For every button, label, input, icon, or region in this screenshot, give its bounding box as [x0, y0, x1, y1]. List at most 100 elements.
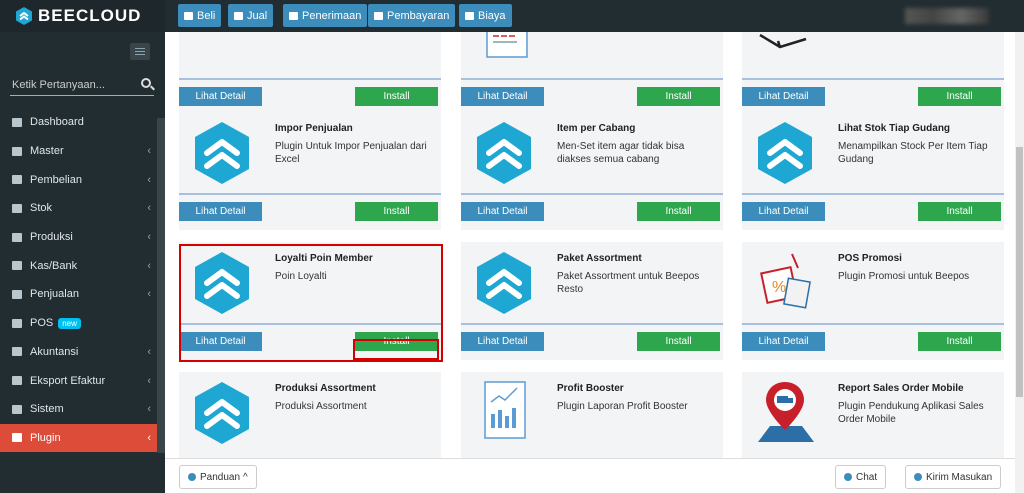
money-icon [289, 11, 298, 20]
sidebar: Ketik Pertanyaan... Dashboard Master ‹ Pe… [0, 32, 165, 493]
plugin-card-item-per-cabang: Item per Cabang Men-Set item agar tidak … [461, 112, 723, 230]
detail-button[interactable]: Lihat Detail [742, 87, 825, 106]
money-icon [374, 11, 383, 20]
sidebar-item-eksport-efaktur[interactable]: Eksport Efaktur ‹ [0, 366, 165, 395]
plugin-description: Plugin Promosi untuk Beepos [838, 271, 970, 282]
install-button[interactable]: Install [637, 87, 720, 106]
sidebar-item-label: Eksport Efaktur [30, 374, 106, 387]
user-menu[interactable] [905, 8, 989, 24]
detail-button[interactable]: Lihat Detail [742, 202, 825, 221]
plugin-title: Item per Cabang [557, 123, 636, 134]
guide-label: Panduan [200, 471, 241, 483]
sidebar-item-label: Pembelian [30, 173, 82, 186]
sidebar-item-dashboard[interactable]: Dashboard [0, 108, 165, 137]
install-button[interactable]: Install [918, 202, 1001, 221]
report-chart-icon [484, 381, 526, 439]
chat-button[interactable]: Chat [835, 465, 887, 489]
sidebar-item-produksi[interactable]: Produksi ‹ [0, 223, 165, 252]
detail-button[interactable]: Lihat Detail [461, 332, 544, 351]
plugin-title: Impor Penjualan [275, 123, 353, 134]
plugin-description: Paket Assortment untuk Beepos Resto [557, 271, 700, 295]
brand-name: BEECLOUD [38, 6, 142, 25]
detail-button[interactable]: Lihat Detail [742, 332, 825, 351]
topnav-penerimaan-button[interactable]: Penerimaan [283, 4, 368, 27]
plugin-title: Lihat Stok Tiap Gudang [838, 123, 951, 134]
plugin-title: Profit Booster [557, 383, 624, 394]
search-input[interactable]: Ketik Pertanyaan... [10, 74, 154, 96]
topnav-label: Pembayaran [387, 9, 450, 22]
sidebar-item-label: Dashboard [30, 116, 84, 129]
beecloud-hex-icon [195, 122, 249, 184]
highlight-box-install-button [353, 339, 439, 360]
detail-button[interactable]: Lihat Detail [179, 202, 262, 221]
plugin-description: Plugin Pendukung Aplikasi Sales Order Mo… [838, 401, 984, 425]
topnav-label: Jual [247, 9, 268, 22]
install-button[interactable]: Install [637, 202, 720, 221]
beecloud-logo-icon [16, 7, 32, 25]
plugin-card-report-sales-order: Report Sales Order Mobile Plugin Penduku… [742, 372, 1004, 458]
cart-icon [184, 11, 193, 20]
chat-label: Chat [856, 471, 878, 483]
sidebar-item-label: Plugin [30, 431, 61, 444]
guide-button[interactable]: Panduan ^ [179, 465, 257, 489]
plugin-description: Menampilkan Stock Per Item Tiap Gudang [838, 141, 988, 165]
sidebar-item-kas-bank[interactable]: Kas/Bank ‹ [0, 251, 165, 280]
cart-icon [12, 175, 22, 185]
sidebar-item-plugin[interactable]: Plugin ‹ [0, 423, 165, 453]
topnav-pembayaran-button[interactable]: Pembayaran [368, 4, 456, 27]
detail-button[interactable]: Lihat Detail [461, 87, 544, 106]
chevron-left-icon: ‹ [147, 173, 151, 186]
sidebar-menu: Dashboard Master ‹ Pembelian ‹ Stok ‹ Produ… [0, 108, 165, 453]
svg-text:%: % [772, 279, 786, 296]
beecloud-hex-icon [477, 122, 531, 184]
send-icon [914, 473, 922, 481]
chevron-left-icon: ‹ [147, 374, 151, 387]
sidebar-item-label: Akuntansi [30, 345, 79, 358]
plugin-description: Men-Set item agar tidak bisa diakses sem… [557, 141, 685, 165]
detail-button[interactable]: Lihat Detail [461, 202, 544, 221]
sidebar-item-label: Master [30, 145, 64, 158]
brand-logo[interactable]: BEECLOUD [0, 0, 165, 32]
database-icon [12, 146, 22, 156]
factory-icon [12, 232, 22, 242]
install-button[interactable]: Install [637, 332, 720, 351]
plugin-card-produksi-assortment: Produksi Assortment Produksi Assortment [179, 372, 441, 458]
sidebar-item-sistem[interactable]: Sistem ‹ [0, 395, 165, 424]
install-button[interactable]: Install [918, 87, 1001, 106]
topnav-jual-button[interactable]: Jual [228, 4, 274, 27]
plugin-title: Paket Assortment [557, 253, 642, 264]
chat-icon [844, 473, 852, 481]
plugin-title: POS Promosi [838, 253, 902, 264]
sidebar-item-label: Penjualan [30, 288, 79, 301]
search-icon[interactable] [141, 78, 151, 88]
money-icon [465, 11, 474, 20]
plugin-card: Lihat Detail Install [179, 32, 441, 115]
feedback-button[interactable]: Kirim Masukan [905, 465, 1002, 489]
plugin-card: Lihat Detail Install [742, 32, 1004, 115]
install-button[interactable]: Install [355, 87, 438, 106]
plugin-grid: Lihat Detail Install Lihat Detail Instal… [165, 32, 1015, 458]
sidebar-scrollbar[interactable] [157, 118, 165, 453]
sidebar-item-penjualan[interactable]: Penjualan ‹ [0, 280, 165, 309]
sidebar-item-pembelian[interactable]: Pembelian ‹ [0, 165, 165, 194]
topnav-beli-button[interactable]: Beli [178, 4, 222, 27]
chart-icon [12, 347, 22, 357]
sidebar-item-akuntansi[interactable]: Akuntansi ‹ [0, 338, 165, 367]
sidebar-item-master[interactable]: Master ‹ [0, 137, 165, 166]
map-truck-icon [758, 382, 814, 442]
detail-button[interactable]: Lihat Detail [179, 87, 262, 106]
topnav-biaya-button[interactable]: Biaya [459, 4, 512, 27]
install-button[interactable]: Install [355, 202, 438, 221]
scrollbar-thumb[interactable] [1016, 147, 1023, 397]
plugin-description: Plugin Laporan Profit Booster [557, 401, 688, 412]
plugin-card-pos-promosi: % POS Promosi Plugin Promosi untuk Beepo… [742, 242, 1004, 360]
install-button[interactable]: Install [918, 332, 1001, 351]
sidebar-item-pos[interactable]: POS new [0, 309, 165, 338]
plugin-card-profit-booster: Profit Booster Plugin Laporan Profit Boo… [461, 372, 723, 458]
gears-icon [12, 404, 22, 414]
chevron-left-icon: ‹ [147, 431, 151, 444]
sidebar-item-stok[interactable]: Stok ‹ [0, 194, 165, 223]
sidebar-toggle-button[interactable] [130, 43, 150, 60]
money-icon [12, 261, 22, 271]
page-scrollbar[interactable] [1015, 32, 1024, 493]
